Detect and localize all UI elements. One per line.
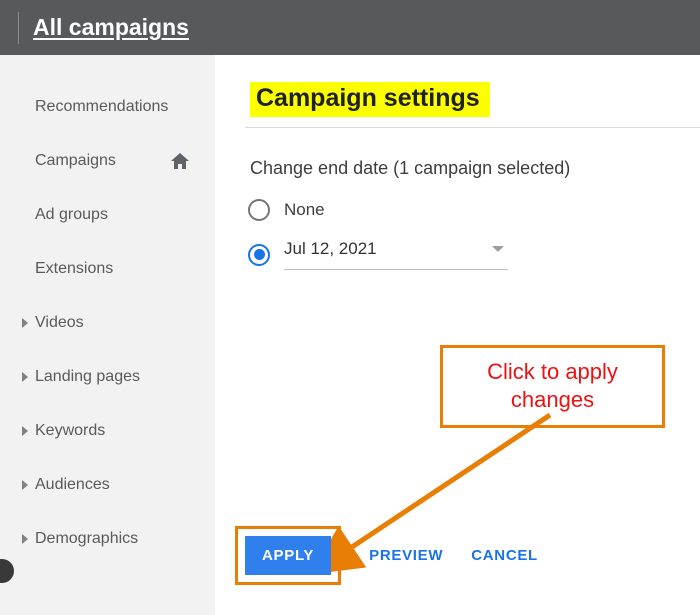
divider [245,127,700,128]
radio-icon-selected [248,244,270,266]
sidebar-item-videos[interactable]: Videos [0,296,215,350]
topbar: All campaigns [0,0,700,55]
caret-right-icon [22,426,28,436]
radio-option-date[interactable]: Jul 12, 2021 [248,239,508,270]
chevron-down-icon [492,246,504,252]
sidebar-item-demographics[interactable]: Demographics [0,512,215,566]
sidebar-item-label: Campaigns [35,152,116,170]
radio-icon [248,199,270,221]
radio-label: None [284,200,325,220]
content-area: Campaign settings Change end date (1 cam… [215,55,700,615]
page-title: Campaign settings [250,82,490,117]
sidebar-item-label: Extensions [35,260,113,278]
topbar-divider [18,12,19,44]
apply-button[interactable]: APPLY [245,536,331,575]
sidebar-item-label: Recommendations [35,98,168,116]
home-icon [171,153,189,169]
sidebar-item-label: Landing pages [35,368,140,386]
caret-right-icon [22,318,28,328]
sidebar-item-label: Videos [35,314,84,332]
sidebar: Recommendations Campaigns Ad groups Exte… [0,55,215,615]
end-date-value: Jul 12, 2021 [284,239,377,259]
end-date-dropdown[interactable]: Jul 12, 2021 [284,239,508,270]
sidebar-item-label: Audiences [35,476,110,494]
radio-option-none[interactable]: None [248,199,700,221]
section-subheading: Change end date (1 campaign selected) [250,158,700,179]
sidebar-item-campaigns[interactable]: Campaigns [0,134,215,188]
apply-highlight-box: APPLY [235,526,341,585]
caret-right-icon [22,372,28,382]
sidebar-item-keywords[interactable]: Keywords [0,404,215,458]
caret-right-icon [22,480,28,490]
caret-right-icon [22,534,28,544]
cancel-button[interactable]: CANCEL [471,547,538,564]
sidebar-item-label: Keywords [35,422,105,440]
sidebar-item-audiences[interactable]: Audiences [0,458,215,512]
breadcrumb-all-campaigns[interactable]: All campaigns [33,14,189,41]
sidebar-item-label: Demographics [35,530,138,548]
sidebar-item-ad-groups[interactable]: Ad groups [0,188,215,242]
sidebar-item-label: Ad groups [35,206,108,224]
annotation-text: Click to apply changes [487,359,618,412]
sidebar-item-extensions[interactable]: Extensions [0,242,215,296]
action-bar: APPLY PREVIEW CANCEL [235,526,538,585]
annotation-callout: Click to apply changes [440,345,665,428]
preview-button[interactable]: PREVIEW [369,547,443,564]
sidebar-item-recommendations[interactable]: Recommendations [0,80,215,134]
sidebar-item-landing-pages[interactable]: Landing pages [0,350,215,404]
